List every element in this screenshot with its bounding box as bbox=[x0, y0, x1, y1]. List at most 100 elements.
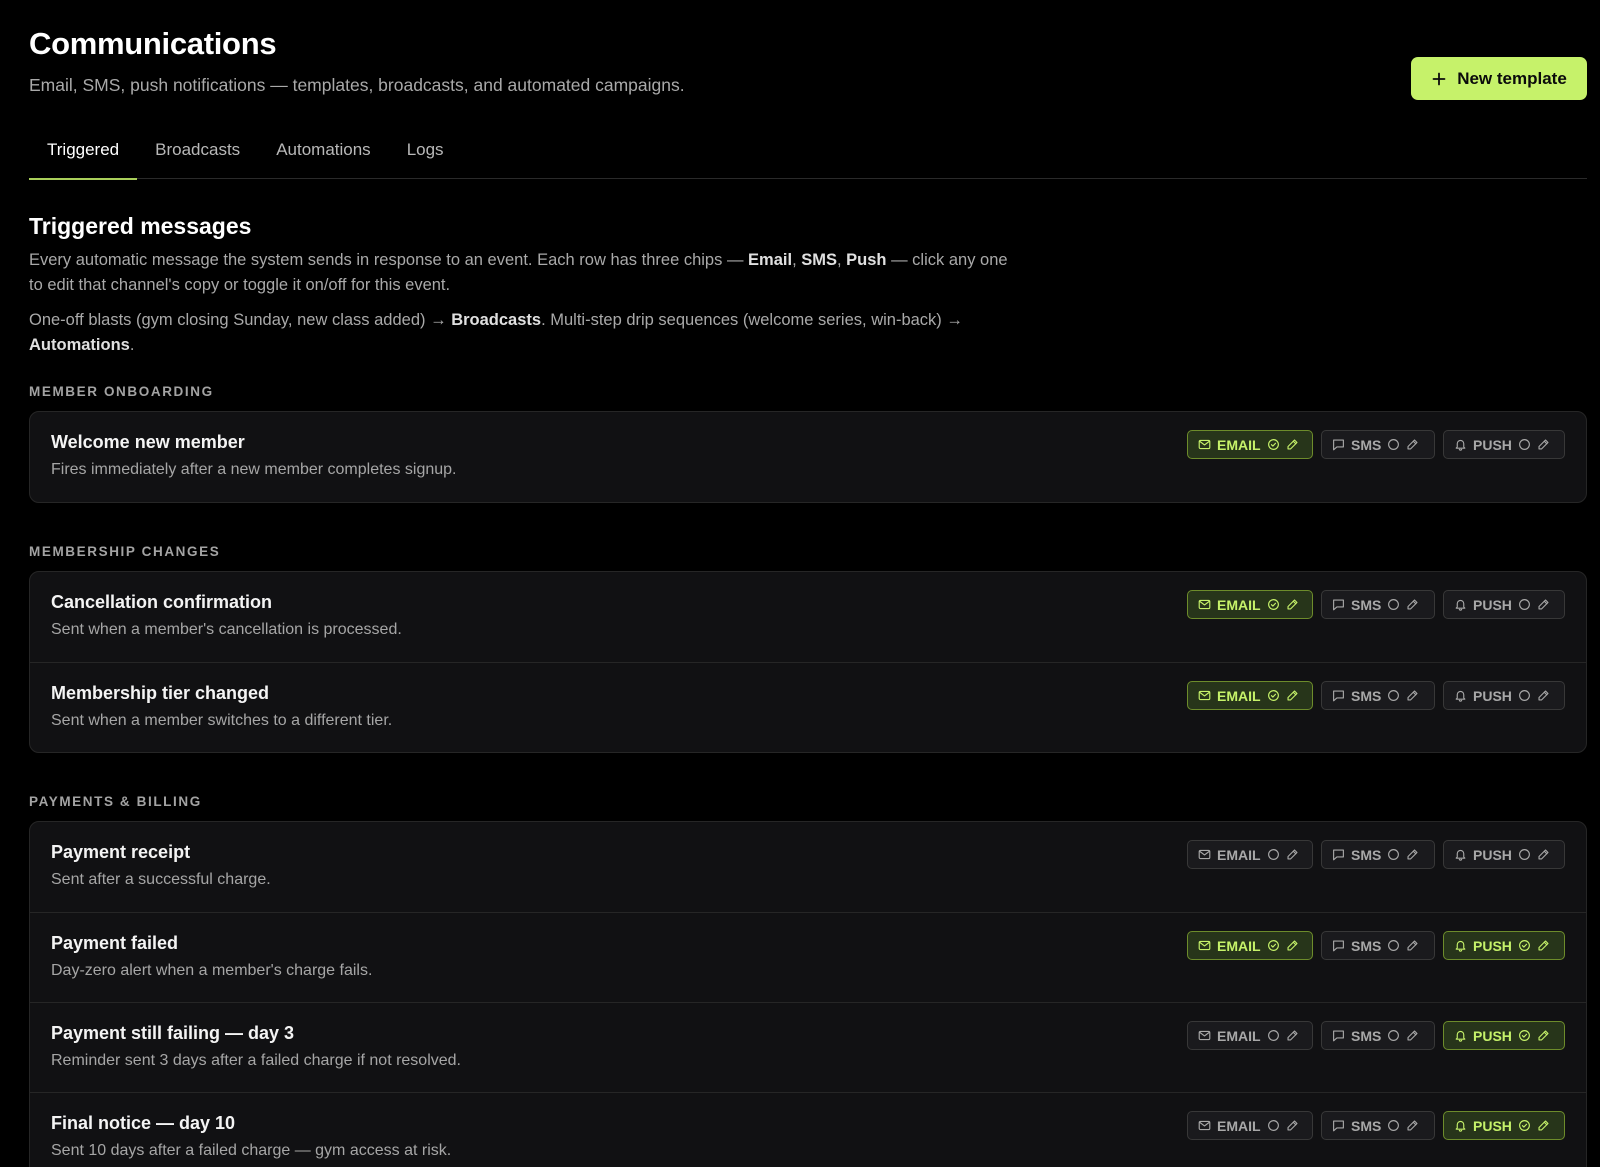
email-chip[interactable]: EMAIL bbox=[1187, 681, 1313, 710]
circle-icon[interactable] bbox=[1387, 1029, 1400, 1042]
bell-icon bbox=[1454, 438, 1467, 451]
page-header: Communications Email, SMS, push notifica… bbox=[29, 0, 1587, 140]
circle-icon[interactable] bbox=[1518, 598, 1531, 611]
sms-chip[interactable]: SMS bbox=[1321, 1111, 1435, 1140]
section-description: Every automatic message the system sends… bbox=[29, 251, 1008, 294]
sms-chip[interactable]: SMS bbox=[1321, 840, 1435, 869]
push-chip[interactable]: PUSH bbox=[1443, 681, 1565, 710]
circle-icon[interactable] bbox=[1387, 939, 1400, 952]
check-circle-icon[interactable] bbox=[1267, 438, 1280, 451]
circle-icon[interactable] bbox=[1518, 689, 1531, 702]
bell-icon bbox=[1454, 939, 1467, 952]
message-group: Cancellation confirmation Sent when a mem… bbox=[29, 571, 1587, 753]
circle-icon[interactable] bbox=[1387, 1119, 1400, 1132]
message-icon bbox=[1332, 598, 1345, 611]
circle-icon[interactable] bbox=[1387, 689, 1400, 702]
push-chip[interactable]: PUSH bbox=[1443, 1111, 1565, 1140]
message-row: Cancellation confirmation Sent when a mem… bbox=[30, 572, 1586, 662]
new-template-label: New template bbox=[1457, 68, 1567, 88]
sms-chip[interactable]: SMS bbox=[1321, 1021, 1435, 1050]
email-chip[interactable]: EMAIL bbox=[1187, 840, 1313, 869]
push-chip[interactable]: PUSH bbox=[1443, 1021, 1565, 1050]
email-chip[interactable]: EMAIL bbox=[1187, 1111, 1313, 1140]
tab-automations[interactable]: Automations bbox=[258, 140, 389, 179]
circle-icon[interactable] bbox=[1387, 848, 1400, 861]
pencil-icon[interactable] bbox=[1286, 438, 1299, 451]
message-description: Sent 10 days after a failed charge — gym… bbox=[51, 1142, 452, 1159]
push-chip[interactable]: PUSH bbox=[1443, 590, 1565, 619]
check-circle-icon[interactable] bbox=[1518, 939, 1531, 952]
pencil-icon[interactable] bbox=[1286, 1029, 1299, 1042]
mail-icon bbox=[1198, 438, 1211, 451]
circle-icon[interactable] bbox=[1518, 438, 1531, 451]
message-icon bbox=[1332, 438, 1345, 451]
channel-chips: EMAIL SMS PUSH bbox=[1187, 931, 1565, 960]
page-subtitle: Email, SMS, push notifications — templat… bbox=[29, 75, 685, 95]
bell-icon bbox=[1454, 1029, 1467, 1042]
message-description: Day-zero alert when a member's charge fa… bbox=[51, 962, 373, 979]
channel-chips: EMAIL SMS PUSH bbox=[1187, 1111, 1565, 1140]
mail-icon bbox=[1198, 939, 1211, 952]
pencil-icon[interactable] bbox=[1406, 598, 1419, 611]
push-chip-label: PUSH bbox=[1473, 687, 1512, 704]
tab-broadcasts[interactable]: Broadcasts bbox=[137, 140, 258, 179]
email-chip[interactable]: EMAIL bbox=[1187, 1021, 1313, 1050]
pencil-icon[interactable] bbox=[1537, 598, 1550, 611]
push-chip-label: PUSH bbox=[1473, 596, 1512, 613]
message-title: Final notice — day 10 bbox=[51, 1113, 236, 1133]
check-circle-icon[interactable] bbox=[1267, 598, 1280, 611]
email-chip[interactable]: EMAIL bbox=[1187, 931, 1313, 960]
sms-chip[interactable]: SMS bbox=[1321, 590, 1435, 619]
circle-icon[interactable] bbox=[1267, 1119, 1280, 1132]
mail-icon bbox=[1198, 689, 1211, 702]
check-circle-icon[interactable] bbox=[1518, 1029, 1531, 1042]
bell-icon bbox=[1454, 598, 1467, 611]
pencil-icon[interactable] bbox=[1286, 848, 1299, 861]
tab-logs[interactable]: Logs bbox=[389, 140, 462, 179]
push-chip[interactable]: PUSH bbox=[1443, 840, 1565, 869]
channel-chips: EMAIL SMS PUSH bbox=[1187, 590, 1565, 619]
pencil-icon[interactable] bbox=[1286, 1119, 1299, 1132]
sms-chip[interactable]: SMS bbox=[1321, 430, 1435, 459]
push-chip-label: PUSH bbox=[1473, 1117, 1512, 1134]
push-chip[interactable]: PUSH bbox=[1443, 931, 1565, 960]
check-circle-icon[interactable] bbox=[1267, 689, 1280, 702]
pencil-icon[interactable] bbox=[1286, 939, 1299, 952]
sms-chip[interactable]: SMS bbox=[1321, 681, 1435, 710]
message-description: Sent when a member's cancellation is pro… bbox=[51, 621, 402, 638]
circle-icon[interactable] bbox=[1518, 848, 1531, 861]
email-chip[interactable]: EMAIL bbox=[1187, 590, 1313, 619]
email-chip[interactable]: EMAIL bbox=[1187, 430, 1313, 459]
pencil-icon[interactable] bbox=[1286, 689, 1299, 702]
pencil-icon[interactable] bbox=[1537, 848, 1550, 861]
pencil-icon[interactable] bbox=[1537, 939, 1550, 952]
pencil-icon[interactable] bbox=[1406, 1119, 1419, 1132]
pencil-icon[interactable] bbox=[1406, 939, 1419, 952]
sms-chip-label: SMS bbox=[1351, 596, 1382, 613]
message-groups: MEMBER ONBOARDING Welcome new member Fires… bbox=[29, 384, 1587, 1167]
pencil-icon[interactable] bbox=[1406, 848, 1419, 861]
circle-icon[interactable] bbox=[1267, 848, 1280, 861]
pencil-icon[interactable] bbox=[1537, 438, 1550, 451]
push-chip[interactable]: PUSH bbox=[1443, 430, 1565, 459]
circle-icon[interactable] bbox=[1387, 438, 1400, 451]
message-description: Fires immediately after a new member com… bbox=[51, 461, 457, 478]
pencil-icon[interactable] bbox=[1537, 1119, 1550, 1132]
check-circle-icon[interactable] bbox=[1518, 1119, 1531, 1132]
plus-icon bbox=[1431, 71, 1447, 87]
check-circle-icon[interactable] bbox=[1267, 939, 1280, 952]
pencil-icon[interactable] bbox=[1286, 598, 1299, 611]
section-routing-note: One-off blasts (gym closing Sunday, new … bbox=[29, 311, 963, 354]
sms-chip[interactable]: SMS bbox=[1321, 931, 1435, 960]
message-icon bbox=[1332, 848, 1345, 861]
pencil-icon[interactable] bbox=[1537, 1029, 1550, 1042]
pencil-icon[interactable] bbox=[1406, 1029, 1419, 1042]
pencil-icon[interactable] bbox=[1537, 689, 1550, 702]
circle-icon[interactable] bbox=[1267, 1029, 1280, 1042]
new-template-button[interactable]: New template bbox=[1411, 57, 1587, 100]
bell-icon bbox=[1454, 848, 1467, 861]
pencil-icon[interactable] bbox=[1406, 689, 1419, 702]
circle-icon[interactable] bbox=[1387, 598, 1400, 611]
pencil-icon[interactable] bbox=[1406, 438, 1419, 451]
tab-triggered[interactable]: Triggered bbox=[29, 140, 138, 180]
